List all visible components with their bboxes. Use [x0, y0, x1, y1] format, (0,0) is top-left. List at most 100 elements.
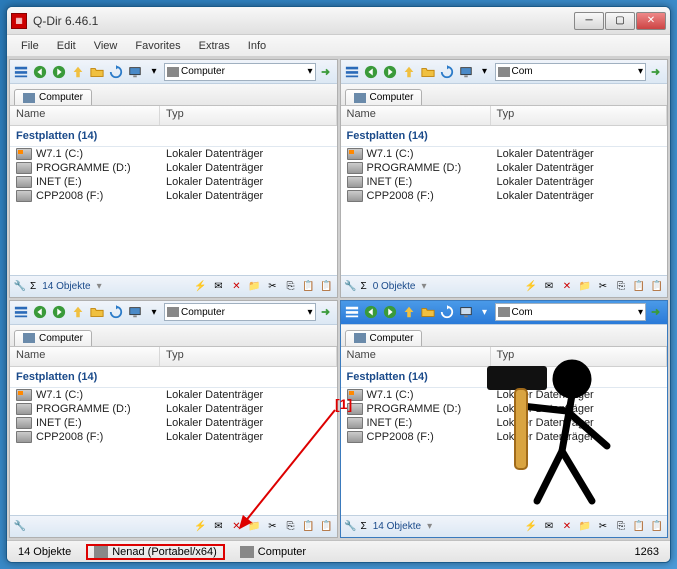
up-icon[interactable]	[69, 303, 87, 321]
list-item[interactable]: PROGRAMME (D:)Lokaler Datenträger	[10, 161, 337, 175]
folder-icon[interactable]: 📁	[577, 278, 593, 294]
column-typ[interactable]: Typ	[491, 106, 668, 125]
list-item[interactable]: CPP2008 (F:)Lokaler Datenträger	[341, 189, 668, 203]
column-name[interactable]: Name	[10, 347, 160, 366]
menu-extras[interactable]: Extras	[191, 38, 238, 54]
group-header[interactable]: Festplatten (14)	[341, 126, 668, 147]
mail-icon[interactable]: ✉	[211, 519, 227, 535]
menu-view[interactable]: View	[86, 38, 126, 54]
delete-icon[interactable]: ✕	[559, 278, 575, 294]
paste-icon[interactable]: 📋	[301, 278, 317, 294]
view-list-icon[interactable]	[343, 63, 361, 81]
group-header[interactable]: Festplatten (14)	[10, 367, 337, 388]
folder-icon[interactable]: 📁	[577, 519, 593, 535]
list-item[interactable]: W7.1 (C:)Lokaler Datenträger	[341, 147, 668, 161]
address-bar[interactable]: Com▾	[495, 63, 647, 81]
cut-icon[interactable]: ✂	[595, 519, 611, 535]
group-header[interactable]: Festplatten (14)	[341, 367, 668, 388]
folder-icon[interactable]: 📁	[247, 519, 263, 535]
list-item[interactable]: W7.1 (C:)Lokaler Datenträger	[10, 388, 337, 402]
tab-computer[interactable]: Computer	[345, 330, 423, 346]
maximize-button[interactable]: ▢	[605, 12, 635, 30]
folder-icon[interactable]	[419, 303, 437, 321]
forward-icon[interactable]	[381, 303, 399, 321]
column-name[interactable]: Name	[10, 106, 160, 125]
up-icon[interactable]	[69, 63, 87, 81]
back-icon[interactable]	[31, 303, 49, 321]
up-icon[interactable]	[400, 303, 418, 321]
go-icon[interactable]	[317, 63, 335, 81]
cut-icon[interactable]: ✂	[265, 519, 281, 535]
tab-computer[interactable]: Computer	[14, 89, 92, 105]
column-name[interactable]: Name	[341, 347, 491, 366]
list-item[interactable]: INET (E:)Lokaler Datenträger	[10, 416, 337, 430]
list-item[interactable]: CPP2008 (F:)Lokaler Datenträger	[341, 430, 668, 444]
refresh-icon[interactable]	[438, 303, 456, 321]
paste-icon[interactable]: 📋	[301, 519, 317, 535]
copy-icon[interactable]: ⎘	[613, 278, 629, 294]
dropdown-icon[interactable]: ▾	[476, 63, 494, 81]
bolt-icon[interactable]: ⚡	[193, 278, 209, 294]
menu-favorites[interactable]: Favorites	[127, 38, 188, 54]
wrench-icon[interactable]: 🔧	[343, 278, 359, 294]
refresh-icon[interactable]	[107, 303, 125, 321]
paste-shortcut-icon[interactable]: 📋	[649, 519, 665, 535]
list-item[interactable]: INET (E:)Lokaler Datenträger	[10, 175, 337, 189]
pane-4[interactable]: ▾ Com▾ Computer Name Typ Festplatten (14…	[340, 300, 669, 539]
wrench-icon[interactable]: 🔧	[12, 278, 28, 294]
paste-shortcut-icon[interactable]: 📋	[319, 278, 335, 294]
paste-shortcut-icon[interactable]: 📋	[649, 278, 665, 294]
paste-icon[interactable]: 📋	[631, 519, 647, 535]
tab-computer[interactable]: Computer	[345, 89, 423, 105]
list-item[interactable]: INET (E:)Lokaler Datenträger	[341, 416, 668, 430]
wrench-icon[interactable]: 🔧	[12, 519, 28, 535]
tab-computer[interactable]: Computer	[14, 330, 92, 346]
bolt-icon[interactable]: ⚡	[523, 519, 539, 535]
mail-icon[interactable]: ✉	[211, 278, 227, 294]
paste-icon[interactable]: 📋	[631, 278, 647, 294]
refresh-icon[interactable]	[438, 63, 456, 81]
list-item[interactable]: PROGRAMME (D:)Lokaler Datenträger	[341, 402, 668, 416]
list-body[interactable]: Festplatten (14) W7.1 (C:)Lokaler Datent…	[341, 367, 668, 516]
copy-icon[interactable]: ⎘	[613, 519, 629, 535]
group-header[interactable]: Festplatten (14)	[10, 126, 337, 147]
address-bar[interactable]: Com▾	[495, 303, 647, 321]
bolt-icon[interactable]: ⚡	[193, 519, 209, 535]
monitor-icon[interactable]	[457, 63, 475, 81]
go-icon[interactable]	[647, 303, 665, 321]
address-bar[interactable]: Computer▾	[164, 63, 316, 81]
copy-icon[interactable]: ⎘	[283, 278, 299, 294]
column-typ[interactable]: Typ	[491, 347, 668, 366]
delete-icon[interactable]: ✕	[229, 519, 245, 535]
list-item[interactable]: PROGRAMME (D:)Lokaler Datenträger	[10, 402, 337, 416]
pane-1[interactable]: ▾ Computer▾ Computer Name Typ Festplatte…	[9, 59, 338, 298]
list-body[interactable]: Festplatten (14) W7.1 (C:)Lokaler Datent…	[10, 126, 337, 275]
menu-file[interactable]: File	[13, 38, 47, 54]
menu-edit[interactable]: Edit	[49, 38, 84, 54]
back-icon[interactable]	[362, 63, 380, 81]
dropdown-icon[interactable]: ▾	[476, 303, 494, 321]
pane-3[interactable]: ▾ Computer▾ Computer Name Typ Festplatte…	[9, 300, 338, 539]
close-button[interactable]: ✕	[636, 12, 666, 30]
dropdown-icon[interactable]: ▾	[145, 303, 163, 321]
delete-icon[interactable]: ✕	[559, 519, 575, 535]
copy-icon[interactable]: ⎘	[283, 519, 299, 535]
view-list-icon[interactable]	[343, 303, 361, 321]
folder-icon[interactable]	[419, 63, 437, 81]
view-list-icon[interactable]	[12, 63, 30, 81]
titlebar[interactable]: ▦ Q-Dir 6.46.1 ─ ▢ ✕	[7, 7, 670, 35]
cut-icon[interactable]: ✂	[265, 278, 281, 294]
minimize-button[interactable]: ─	[574, 12, 604, 30]
list-body[interactable]: Festplatten (14) W7.1 (C:)Lokaler Datent…	[341, 126, 668, 275]
list-item[interactable]: INET (E:)Lokaler Datenträger	[341, 175, 668, 189]
wrench-icon[interactable]: 🔧	[343, 519, 359, 535]
cut-icon[interactable]: ✂	[595, 278, 611, 294]
list-item[interactable]: CPP2008 (F:)Lokaler Datenträger	[10, 189, 337, 203]
folder-icon[interactable]	[88, 303, 106, 321]
forward-icon[interactable]	[50, 303, 68, 321]
forward-icon[interactable]	[381, 63, 399, 81]
pane-2[interactable]: ▾ Com▾ Computer Name Typ Festplatten (14…	[340, 59, 669, 298]
folder-icon[interactable]	[88, 63, 106, 81]
up-icon[interactable]	[400, 63, 418, 81]
monitor-icon[interactable]	[457, 303, 475, 321]
